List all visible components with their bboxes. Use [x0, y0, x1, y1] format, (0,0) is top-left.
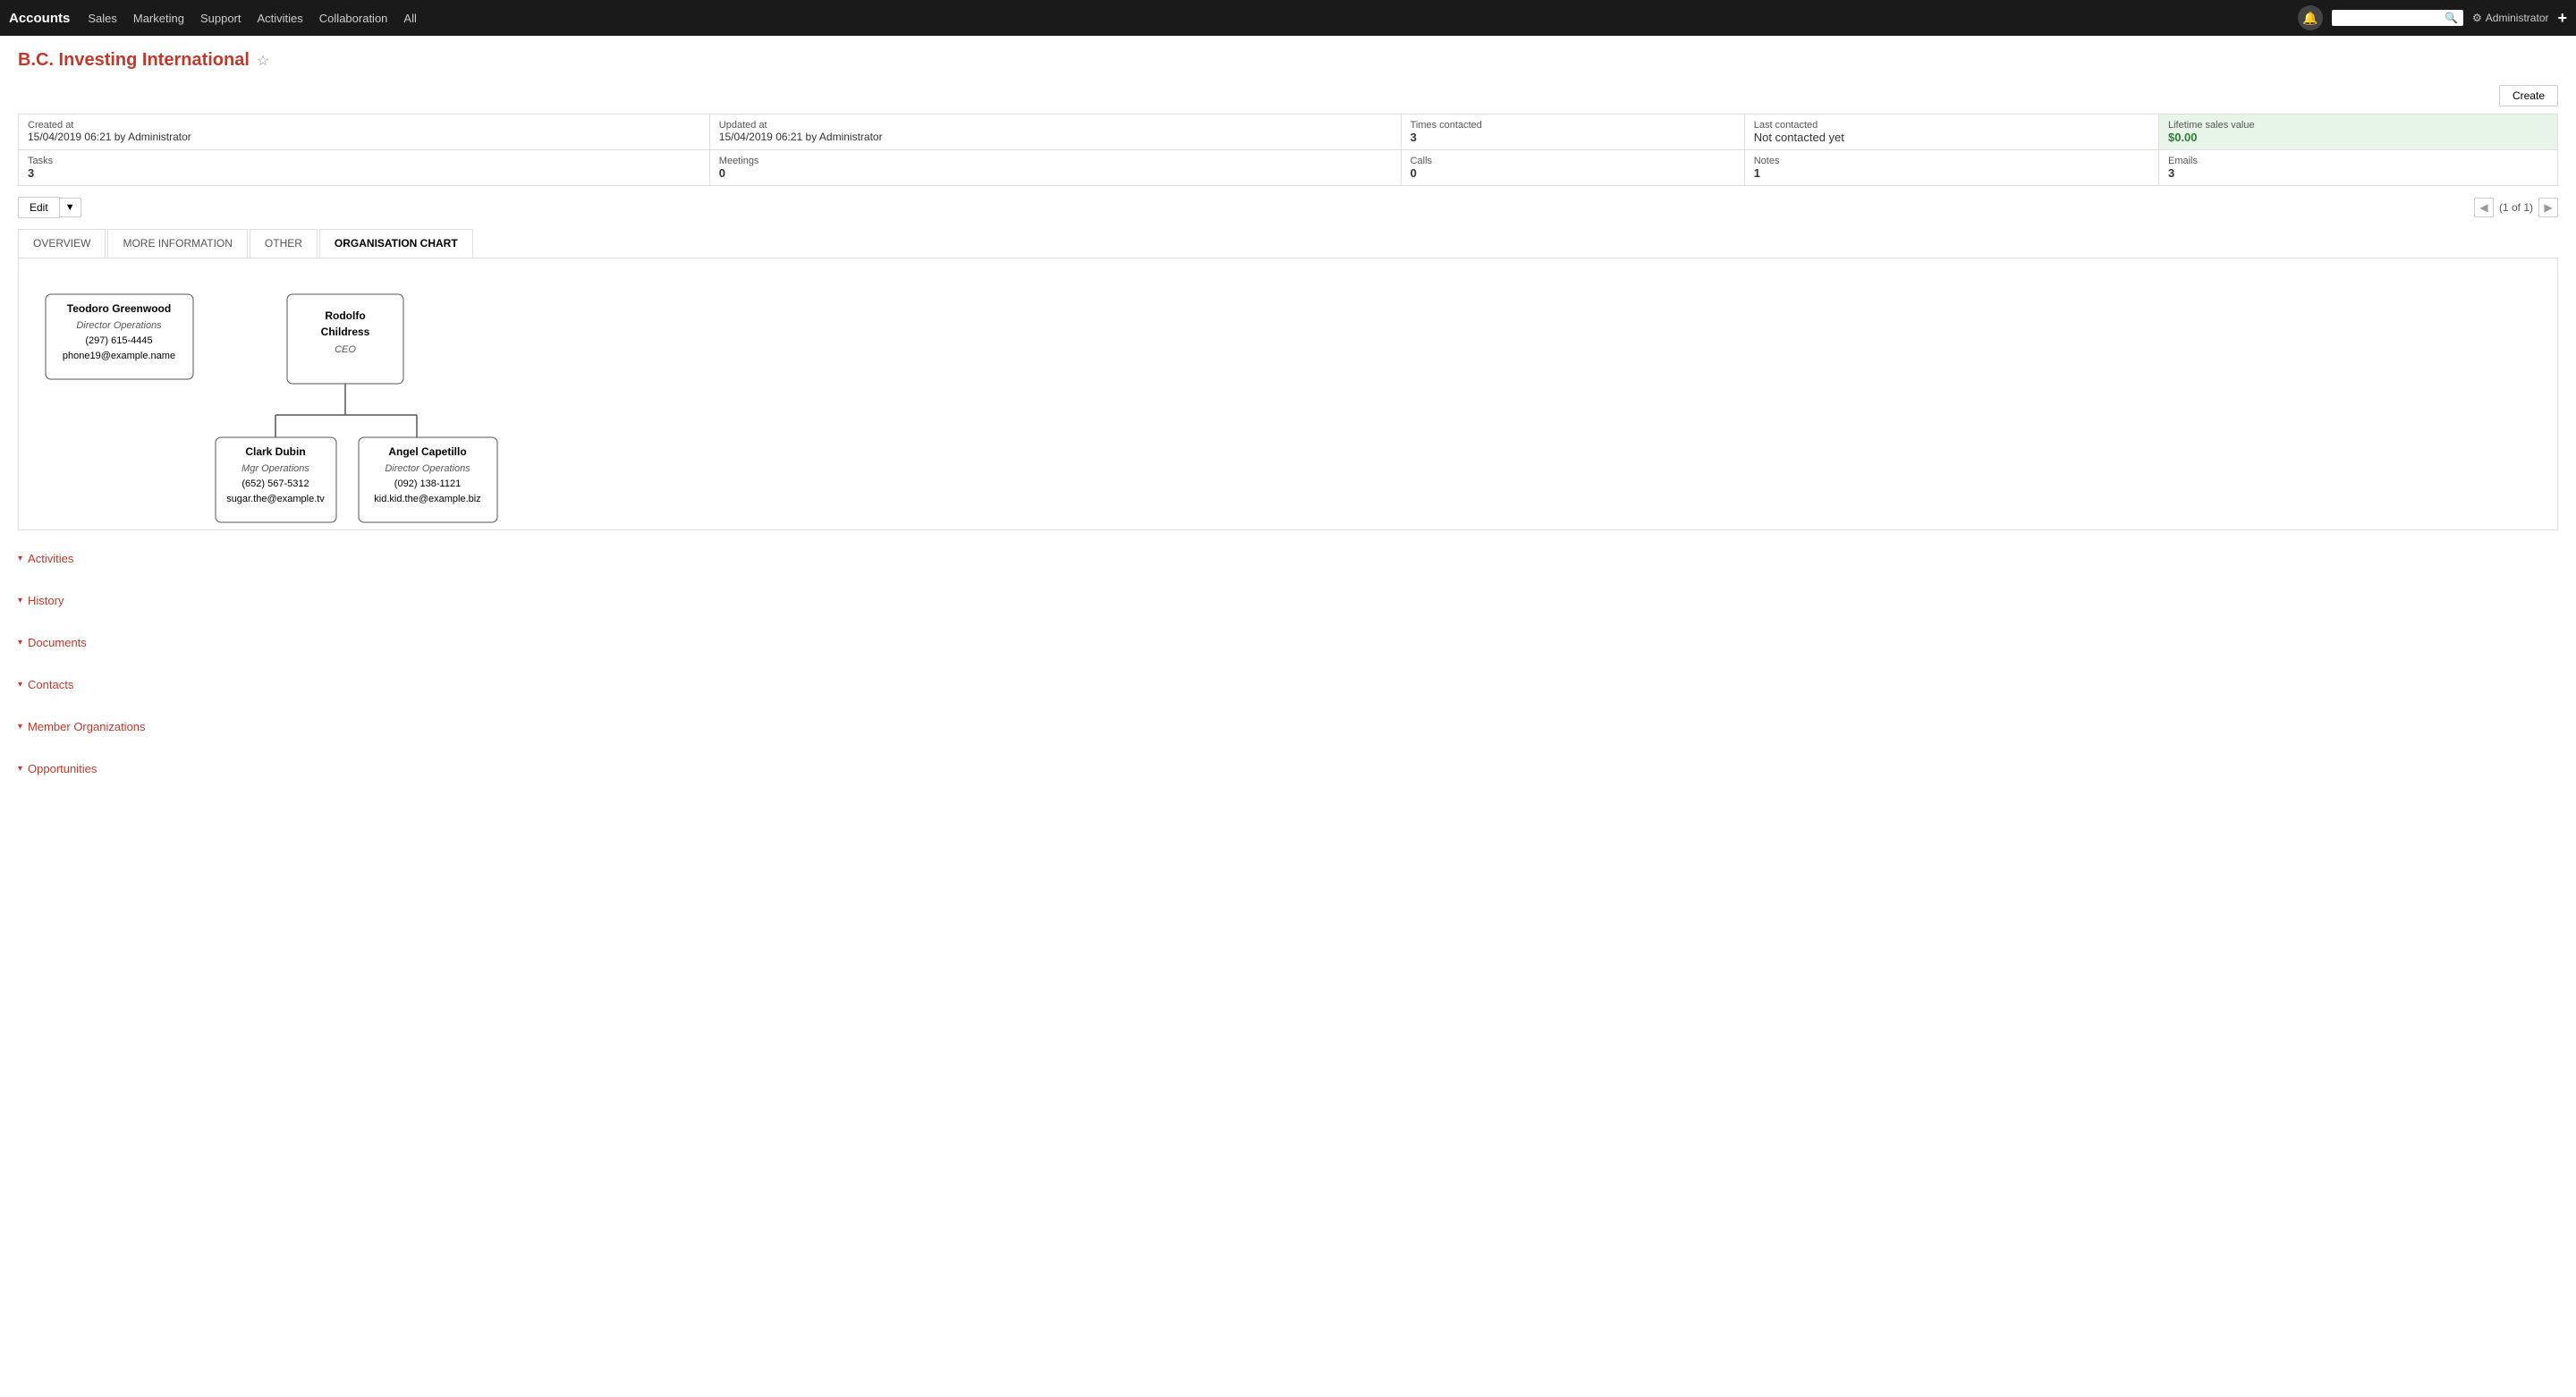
history-header[interactable]: ▾ History	[18, 587, 2558, 614]
member-organizations-arrow-icon: ▾	[18, 722, 22, 732]
activities-header[interactable]: ▾ Activities	[18, 545, 2558, 572]
page-title: B.C. Investing International	[18, 50, 250, 71]
org-chart-svg: Teodoro Greenwood Director Operations (2…	[37, 276, 573, 509]
activities-label: Activities	[28, 552, 73, 565]
edit-dropdown-button[interactable]: ▼	[60, 198, 81, 217]
search-input[interactable]	[2337, 12, 2445, 24]
stats-table: Created at 15/04/2019 06:21 by Administr…	[18, 114, 2558, 186]
documents-label: Documents	[28, 636, 87, 649]
nav-brand[interactable]: Accounts	[9, 11, 70, 26]
activities-arrow-icon: ▾	[18, 554, 22, 563]
svg-text:phone19@example.name: phone19@example.name	[63, 351, 175, 361]
search-box: 🔍	[2332, 10, 2463, 26]
tab-organisation-chart[interactable]: ORGANISATION CHART	[319, 229, 473, 258]
next-page-button[interactable]: ▶	[2538, 198, 2558, 217]
org-node-teodoro[interactable]: Teodoro Greenwood Director Operations (2…	[46, 294, 193, 379]
svg-text:Director Operations: Director Operations	[385, 463, 470, 474]
member-organizations-label: Member Organizations	[28, 720, 146, 733]
svg-text:kid.kid.the@example.biz: kid.kid.the@example.biz	[374, 494, 480, 504]
svg-text:Director Operations: Director Operations	[76, 320, 162, 331]
tab-more-information[interactable]: MORE INFORMATION	[107, 229, 247, 258]
favorite-star-icon[interactable]: ☆	[257, 52, 269, 70]
notification-bell[interactable]: 🔔	[2298, 5, 2323, 30]
opportunities-arrow-icon: ▾	[18, 764, 22, 774]
svg-text:(092) 138-1121: (092) 138-1121	[394, 478, 461, 489]
tabs-row: OVERVIEW MORE INFORMATION OTHER ORGANISA…	[18, 229, 2558, 258]
prev-page-button[interactable]: ◀	[2474, 198, 2494, 217]
svg-text:Childress: Childress	[321, 326, 370, 338]
nav-support[interactable]: Support	[200, 12, 242, 25]
section-opportunities: ▾ Opportunities	[18, 755, 2558, 783]
section-member-organizations: ▾ Member Organizations	[18, 713, 2558, 741]
admin-menu[interactable]: ⚙ Administrator	[2472, 12, 2548, 24]
nav-links: Sales Marketing Support Activities Colla…	[88, 12, 2298, 25]
contacts-label: Contacts	[28, 678, 73, 691]
org-node-rodolfo[interactable]: Rodolfo Childress CEO	[287, 294, 403, 384]
stat-last-contacted: Last contacted Not contacted yet	[1744, 114, 2158, 150]
section-activities: ▾ Activities	[18, 545, 2558, 572]
opportunities-header[interactable]: ▾ Opportunities	[18, 755, 2558, 783]
org-node-angel[interactable]: Angel Capetillo Director Operations (092…	[359, 437, 497, 522]
tab-other[interactable]: OTHER	[250, 229, 318, 258]
svg-text:Mgr Operations: Mgr Operations	[242, 463, 309, 474]
page-title-row: B.C. Investing International ☆	[18, 50, 2558, 71]
stat-calls: Calls 0	[1401, 150, 1744, 186]
stat-created-at: Created at 15/04/2019 06:21 by Administr…	[19, 114, 710, 150]
section-history: ▾ History	[18, 587, 2558, 614]
nav-all[interactable]: All	[403, 12, 416, 25]
org-node-clark[interactable]: Clark Dubin Mgr Operations (652) 567-531…	[216, 437, 336, 522]
org-chart-panel: Teodoro Greenwood Director Operations (2…	[18, 258, 2558, 530]
stat-notes: Notes 1	[1744, 150, 2158, 186]
edit-row: Edit ▼ ◀ (1 of 1) ▶	[18, 197, 2558, 218]
svg-text:Angel Capetillo: Angel Capetillo	[388, 445, 466, 458]
stats-row-1: Created at 15/04/2019 06:21 by Administr…	[19, 114, 2558, 150]
create-button[interactable]: Create	[2499, 85, 2558, 106]
history-arrow-icon: ▾	[18, 596, 22, 605]
nav-activities[interactable]: Activities	[258, 12, 303, 25]
svg-text:Teodoro Greenwood: Teodoro Greenwood	[67, 302, 171, 315]
pagination-text: (1 of 1)	[2499, 201, 2533, 214]
gear-icon: ⚙	[2472, 12, 2482, 24]
section-documents: ▾ Documents	[18, 629, 2558, 656]
history-label: History	[28, 594, 64, 607]
admin-label: Administrator	[2486, 12, 2549, 24]
edit-btn-group: Edit ▼	[18, 197, 81, 218]
opportunities-label: Opportunities	[28, 762, 97, 775]
nav-marketing[interactable]: Marketing	[133, 12, 184, 25]
stat-meetings: Meetings 0	[709, 150, 1401, 186]
nav-right: 🔔 🔍 ⚙ Administrator +	[2298, 5, 2567, 30]
svg-text:Rodolfo: Rodolfo	[325, 309, 365, 322]
edit-button[interactable]: Edit	[18, 197, 60, 218]
search-icon: 🔍	[2445, 12, 2458, 24]
contacts-arrow-icon: ▾	[18, 680, 22, 690]
nav-sales[interactable]: Sales	[88, 12, 117, 25]
svg-text:Clark Dubin: Clark Dubin	[245, 445, 305, 458]
contacts-header[interactable]: ▾ Contacts	[18, 671, 2558, 698]
documents-header[interactable]: ▾ Documents	[18, 629, 2558, 656]
svg-text:(297) 615-4445: (297) 615-4445	[85, 335, 152, 346]
section-contacts: ▾ Contacts	[18, 671, 2558, 698]
top-nav: Accounts Sales Marketing Support Activit…	[0, 0, 2576, 36]
svg-text:(652) 567-5312: (652) 567-5312	[242, 478, 309, 489]
member-organizations-header[interactable]: ▾ Member Organizations	[18, 713, 2558, 741]
tab-overview[interactable]: OVERVIEW	[18, 229, 106, 258]
create-btn-row: Create	[18, 85, 2558, 106]
documents-arrow-icon: ▾	[18, 638, 22, 648]
svg-text:CEO: CEO	[335, 344, 356, 355]
svg-text:sugar.the@example.tv: sugar.the@example.tv	[226, 494, 325, 504]
stats-row-2: Tasks 3 Meetings 0 Calls 0 Notes 1 Email…	[19, 150, 2558, 186]
stat-emails: Emails 3	[2158, 150, 2557, 186]
nav-collaboration[interactable]: Collaboration	[319, 12, 388, 25]
stat-updated-at: Updated at 15/04/2019 06:21 by Administr…	[709, 114, 1401, 150]
main-content: B.C. Investing International ☆ Create Cr…	[0, 36, 2576, 1397]
add-button[interactable]: +	[2557, 9, 2567, 28]
pagination: ◀ (1 of 1) ▶	[2474, 198, 2558, 217]
stat-tasks: Tasks 3	[19, 150, 710, 186]
stat-lifetime-sales: Lifetime sales value $0.00	[2158, 114, 2557, 150]
stat-times-contacted: Times contacted 3	[1401, 114, 1744, 150]
